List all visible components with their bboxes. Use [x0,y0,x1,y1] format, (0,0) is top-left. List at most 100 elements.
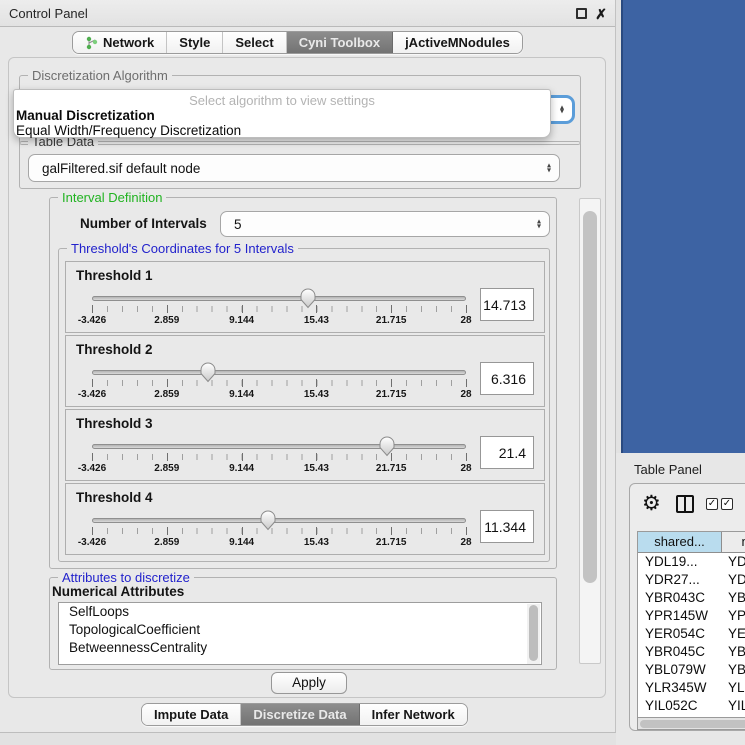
slider-track [92,444,466,449]
table-row[interactable]: YBL079WYBL0 [638,661,745,679]
number-of-intervals-label: Number of Intervals [80,216,207,231]
threshold-4-panel: Threshold 4 -3.426 [65,483,545,555]
threshold-3-value-input[interactable] [480,436,534,469]
table-row[interactable]: YPR145WYPR1 [638,607,745,625]
interval-definition-group-title: Interval Definition [58,190,166,205]
slider-track [92,518,466,523]
discretization-algorithm-group-title: Discretization Algorithm [28,68,172,83]
control-panel-window: Control Panel ✗ Network Style Select [0,0,616,733]
tab-impute-data-label: Impute Data [154,707,228,722]
table-row[interactable]: YBR043CYBR0 [638,589,745,607]
combo-stepper-icon: ▴▾ [537,219,541,228]
apply-button[interactable]: Apply [271,672,347,694]
table-row[interactable]: YIL052CYIL0 [638,697,745,715]
table-horizontal-scrollbar-thumb[interactable] [640,720,745,728]
table-row[interactable]: YLR345WYLR3 [638,679,745,697]
table-panel-section: Table Panel ⚙ ✓ ✓ shared... na YDL19...Y… [616,453,745,745]
threshold-3-slider[interactable]: -3.426 2.859 9.144 15.43 21.715 28 [92,434,466,480]
threshold-1-slider[interactable]: -3.426 2.859 9.144 15.43 21.715 28 [92,286,466,332]
table-row[interactable]: YDR27...YDR2 [638,571,745,589]
gear-icon[interactable]: ⚙ [642,491,661,516]
slider-scale-labels: -3.426 2.859 9.144 15.43 21.715 28 [92,389,466,402]
attributes-group-title: Attributes to discretize [58,570,194,585]
tab-style[interactable]: Style [167,32,223,53]
table-row[interactable]: YDL19...YDL1 [638,553,745,571]
float-window-icon[interactable] [576,8,587,19]
tab-discretize-data-label: Discretize Data [253,707,346,722]
numerical-attributes-list: SelfLoops TopologicalCoefficient Between… [58,602,542,665]
tab-discretize-data[interactable]: Discretize Data [241,704,359,725]
close-icon[interactable]: ✗ [595,6,607,23]
control-panel-tabbar: Network Style Select Cyni Toolbox jActiv… [72,31,523,54]
tab-network[interactable]: Network [73,32,167,53]
threshold-4-slider[interactable]: -3.426 2.859 9.144 15.43 21.715 28 [92,508,466,554]
checkbox-icon[interactable]: ✓ [706,498,718,510]
table-data-group: Table Data galFiltered.sif default node … [19,141,581,189]
combo-stepper-icon: ▴▾ [547,163,551,172]
threshold-2-value-input[interactable] [480,362,534,395]
table-header-row: shared... na [638,532,745,553]
thresholds-group: Threshold's Coordinates for 5 Intervals … [58,248,550,562]
threshold-1-value-input[interactable] [480,288,534,321]
threshold-1-slider-thumb[interactable] [299,288,316,309]
network-tab-icon [85,36,98,50]
table-row[interactable]: YER054CYER0 [638,625,745,643]
table-row[interactable]: YBR045CYBR0 [638,643,745,661]
table-panel-title: Table Panel [634,462,702,477]
table-horizontal-scrollbar[interactable] [637,717,745,730]
tab-impute-data[interactable]: Impute Data [142,704,241,725]
tab-style-label: Style [179,35,210,50]
thresholds-group-title: Threshold's Coordinates for 5 Intervals [67,241,298,256]
number-of-intervals-combobox[interactable]: 5 ▴▾ [220,211,550,237]
tab-select[interactable]: Select [223,32,286,53]
network-desktop-background: GAL80 GA C GAL11 GAL4 GCY1 H HAP2 [621,0,745,453]
threshold-1-panel: Threshold 1 -3.426 [65,261,545,333]
threshold-3-slider-thumb[interactable] [379,436,396,457]
slider-minor-ticks [92,454,466,460]
threshold-2-panel: Threshold 2 -3.426 [65,335,545,407]
attributes-list-scrollbar[interactable] [527,604,540,664]
control-panel-title: Control Panel [9,6,88,21]
screen: Control Panel ✗ Network Style Select [0,0,745,745]
cyni-toolbox-panel: Discretization Algorithm ▴▾ Select algor… [8,57,606,698]
node-attribute-table: shared... na YDL19...YDL1 YDR27...YDR2 Y… [637,531,745,717]
tab-network-label: Network [103,35,154,50]
table-panel-toolbar: ⚙ ✓ ✓ [630,484,745,528]
slider-scale-labels: -3.426 2.859 9.144 15.43 21.715 28 [92,315,466,328]
attributes-group: Attributes to discretize Numerical Attri… [49,577,557,670]
tab-cyni-toolbox[interactable]: Cyni Toolbox [287,32,393,53]
table-data-combobox-value: galFiltered.sif default node [29,161,200,176]
list-item-selfloops[interactable]: SelfLoops [59,603,541,621]
tab-cyni-toolbox-label: Cyni Toolbox [299,35,380,50]
number-of-intervals-value: 5 [221,217,242,232]
list-item-betweennesscentrality[interactable]: BetweennessCentrality [59,639,541,657]
column-header-shared-name[interactable]: shared... [638,532,722,552]
cyni-bottom-tabbar: Impute Data Discretize Data Infer Networ… [141,703,468,726]
threshold-1-label: Threshold 1 [76,268,153,283]
threshold-2-slider-thumb[interactable] [199,362,216,383]
numerical-attributes-label: Numerical Attributes [52,584,184,599]
threshold-4-slider-thumb[interactable] [259,510,276,531]
table-panel: ⚙ ✓ ✓ shared... na YDL19...YDL1 YDR27...… [629,483,745,731]
column-header-name[interactable]: na [722,532,745,552]
panel-scrollbar[interactable] [579,198,601,664]
tab-infer-network-label: Infer Network [372,707,455,722]
interval-definition-group: Interval Definition Number of Intervals … [49,197,557,569]
threshold-4-value-input[interactable] [480,510,534,543]
tab-jactivemnodules-label: jActiveMNodules [405,35,510,50]
control-panel-titlebar: Control Panel ✗ [0,0,615,27]
split-columns-icon[interactable] [676,495,694,513]
threshold-2-slider[interactable]: -3.426 2.859 9.144 15.43 21.715 28 [92,360,466,406]
slider-scale-labels: -3.426 2.859 9.144 15.43 21.715 28 [92,537,466,550]
panel-scrollbar-thumb[interactable] [583,211,597,583]
tab-infer-network[interactable]: Infer Network [360,704,467,725]
checkbox-icon[interactable]: ✓ [721,498,733,510]
tab-jactivemnodules[interactable]: jActiveMNodules [393,32,522,53]
menu-item-manual-discretization[interactable]: Manual Discretization [14,108,550,123]
list-item-topologicalcoefficient[interactable]: TopologicalCoefficient [59,621,541,639]
algorithm-dropdown-hint: Select algorithm to view settings [14,93,550,108]
table-data-combobox[interactable]: galFiltered.sif default node ▴▾ [28,154,560,182]
slider-minor-ticks [92,306,466,312]
slider-scale-labels: -3.426 2.859 9.144 15.43 21.715 28 [92,463,466,476]
menu-item-equal-width-frequency[interactable]: Equal Width/Frequency Discretization [14,123,550,138]
